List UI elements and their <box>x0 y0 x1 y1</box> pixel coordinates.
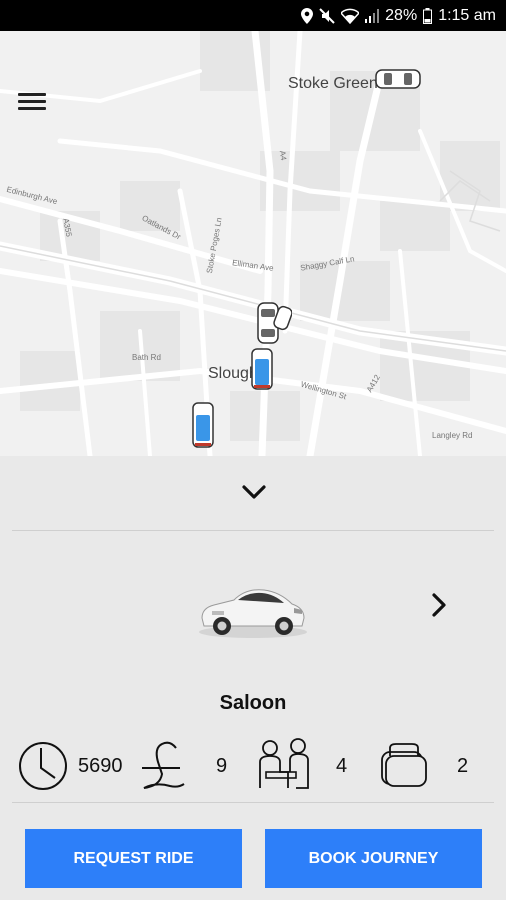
chevron-right-icon <box>432 593 446 617</box>
status-icons: 28% 1:15 am <box>301 0 496 31</box>
wifi-icon <box>341 8 360 24</box>
map-car-icon <box>257 302 292 344</box>
map-roads <box>0 31 506 456</box>
menu-button[interactable] <box>18 89 46 113</box>
map-view[interactable]: Stoke Green Slough Edinburgh Ave Oatland… <box>0 31 506 456</box>
hamburger-line <box>18 93 46 96</box>
map-car-icon <box>251 348 273 390</box>
battery-percent: 28% <box>385 6 418 24</box>
hamburger-line <box>18 100 46 103</box>
request-ride-button[interactable]: REQUEST RIDE <box>25 829 242 888</box>
passenger-capacity-value: 4 <box>336 755 348 777</box>
divider <box>12 802 494 803</box>
collapse-panel-button[interactable] <box>238 478 270 506</box>
luggage-capacity-value: 2 <box>457 755 469 777</box>
book-journey-button[interactable]: BOOK JOURNEY <box>265 829 482 888</box>
map-street-label: Langley Rd <box>432 431 473 440</box>
map-street-label: A4 <box>277 150 289 161</box>
battery-icon <box>423 7 433 24</box>
distance-value: 5690 <box>78 755 123 777</box>
map-car-icon <box>375 69 421 89</box>
clock-icon <box>19 742 67 790</box>
map-street-label: Bath Rd <box>132 353 161 362</box>
divider <box>12 530 494 531</box>
signal-icon <box>365 8 380 23</box>
map-place-stoke-green: Stoke Green <box>288 75 378 92</box>
passengers-icon <box>259 738 309 789</box>
status-bar: 28% 1:15 am <box>0 0 506 31</box>
location-icon <box>301 7 314 24</box>
map-car-icon <box>192 402 214 448</box>
vehicle-car-image <box>199 589 307 638</box>
vehicle-type-name: Saloon <box>219 692 287 714</box>
pound-icon <box>142 741 185 789</box>
clock: 1:15 am <box>438 6 496 24</box>
hamburger-line <box>18 107 46 110</box>
luggage-icon <box>381 743 427 787</box>
price-value: 9 <box>216 755 228 777</box>
mute-icon <box>319 7 335 24</box>
next-vehicle-button[interactable] <box>424 588 454 622</box>
chevron-down-icon <box>242 485 266 499</box>
